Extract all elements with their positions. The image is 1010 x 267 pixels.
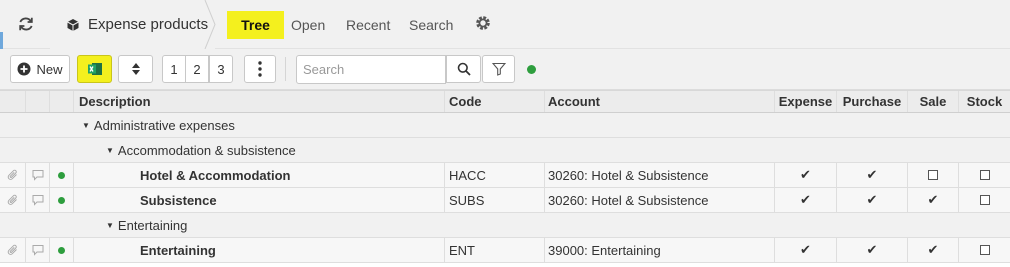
group-label: ▼ Accommodation & subsistence — [74, 138, 1010, 162]
caret-down-icon[interactable]: ▼ — [106, 221, 114, 230]
breadcrumb[interactable]: Expense products — [50, 0, 216, 49]
group-title: Entertaining — [117, 217, 188, 233]
search-input[interactable] — [296, 55, 446, 84]
table-row[interactable]: Entertaining ENT 39000: Entertaining ✔ ✔… — [0, 238, 1010, 263]
plus-circle-icon — [17, 62, 31, 76]
caret-down-icon[interactable]: ▼ — [106, 146, 114, 155]
column-header-purchase[interactable]: Purchase — [837, 91, 908, 112]
column-header-sale[interactable]: Sale — [908, 91, 959, 112]
tab-tree[interactable]: Tree — [227, 11, 284, 39]
breadcrumb-separator — [204, 0, 216, 49]
level-1-button[interactable]: 1 — [162, 55, 186, 83]
paperclip-icon[interactable] — [0, 188, 26, 212]
expense-check-icon[interactable]: ✔ — [775, 163, 837, 187]
comment-icon[interactable] — [26, 163, 50, 187]
column-header-account[interactable]: Account — [545, 91, 775, 112]
top-nav: Expense products Tree Open Recent Search — [0, 0, 1010, 49]
column-header-expense[interactable]: Expense — [775, 91, 837, 112]
cube-icon — [67, 18, 79, 31]
vertical-ellipsis-icon — [258, 61, 262, 77]
new-button-label: New — [36, 61, 63, 77]
more-options-button[interactable] — [244, 55, 276, 83]
left-accent-bar — [0, 32, 3, 49]
group-title: Accommodation & subsistence — [117, 142, 296, 158]
status-dot-icon — [50, 163, 74, 187]
row-description: Entertaining — [74, 238, 445, 262]
stock-checkbox[interactable] — [959, 188, 1010, 212]
toolbar: New 1 2 3 — [0, 49, 1010, 90]
paperclip-icon[interactable] — [0, 238, 26, 262]
filter-button[interactable] — [482, 55, 515, 83]
group-row-accommodation[interactable]: ▼ Accommodation & subsistence — [0, 138, 1010, 163]
paperclip-icon[interactable] — [0, 163, 26, 187]
column-header-stock[interactable]: Stock — [959, 91, 1010, 112]
status-dot-icon — [50, 238, 74, 262]
gear-icon[interactable] — [474, 14, 494, 34]
sort-button[interactable] — [118, 55, 153, 83]
comment-icon[interactable] — [26, 238, 50, 262]
comment-icon[interactable] — [26, 188, 50, 212]
row-description: Subsistence — [74, 188, 445, 212]
new-button[interactable]: New — [10, 55, 70, 83]
row-account: 39000: Entertaining — [545, 238, 775, 262]
expense-check-icon[interactable]: ✔ — [775, 188, 837, 212]
search-icon — [457, 62, 471, 76]
row-account: 30260: Hotel & Subsistence — [545, 163, 775, 187]
header-attachment-col — [0, 91, 26, 112]
filter-icon — [491, 62, 506, 76]
row-code: SUBS — [445, 188, 545, 212]
tab-recent[interactable]: Recent — [346, 11, 390, 39]
row-code: HACC — [445, 163, 545, 187]
header-status-col — [50, 91, 74, 112]
row-code: ENT — [445, 238, 545, 262]
refresh-icon[interactable] — [16, 14, 36, 34]
products-grid: Description Code Account Expense Purchas… — [0, 90, 1010, 263]
group-title: Administrative expenses — [93, 117, 235, 133]
export-excel-button[interactable] — [77, 55, 112, 83]
tab-open[interactable]: Open — [291, 11, 325, 39]
grid-header-row: Description Code Account Expense Purchas… — [0, 90, 1010, 113]
column-header-description[interactable]: Description — [74, 91, 445, 112]
row-account: 30260: Hotel & Subsistence — [545, 188, 775, 212]
purchase-check-icon[interactable]: ✔ — [837, 188, 908, 212]
status-dot-icon — [527, 65, 536, 74]
header-comment-col — [26, 91, 50, 112]
status-dot-icon — [50, 188, 74, 212]
toolbar-divider — [285, 57, 286, 81]
row-description: Hotel & Accommodation — [74, 163, 445, 187]
sale-check-icon[interactable]: ✔ — [908, 188, 959, 212]
column-header-code[interactable]: Code — [445, 91, 545, 112]
tab-search[interactable]: Search — [409, 11, 453, 39]
expense-check-icon[interactable]: ✔ — [775, 238, 837, 262]
sale-checkbox[interactable] — [908, 163, 959, 187]
table-row[interactable]: Hotel & Accommodation HACC 30260: Hotel … — [0, 163, 1010, 188]
group-label: ▼ Administrative expenses — [74, 113, 1010, 137]
group-label: ▼ Entertaining — [74, 213, 1010, 237]
level-3-button[interactable]: 3 — [209, 55, 233, 83]
sale-check-icon[interactable]: ✔ — [908, 238, 959, 262]
breadcrumb-label: Expense products — [88, 16, 209, 33]
excel-icon — [87, 63, 102, 75]
stock-checkbox[interactable] — [959, 163, 1010, 187]
group-row-administrative[interactable]: ▼ Administrative expenses — [0, 113, 1010, 138]
group-row-entertaining[interactable]: ▼ Entertaining — [0, 213, 1010, 238]
table-row[interactable]: Subsistence SUBS 30260: Hotel & Subsiste… — [0, 188, 1010, 213]
caret-down-icon[interactable]: ▼ — [82, 121, 90, 130]
purchase-check-icon[interactable]: ✔ — [837, 238, 908, 262]
purchase-check-icon[interactable]: ✔ — [837, 163, 908, 187]
level-2-button[interactable]: 2 — [185, 55, 209, 83]
stock-checkbox[interactable] — [959, 238, 1010, 262]
sort-updown-icon — [131, 63, 140, 75]
search-button[interactable] — [446, 55, 481, 83]
